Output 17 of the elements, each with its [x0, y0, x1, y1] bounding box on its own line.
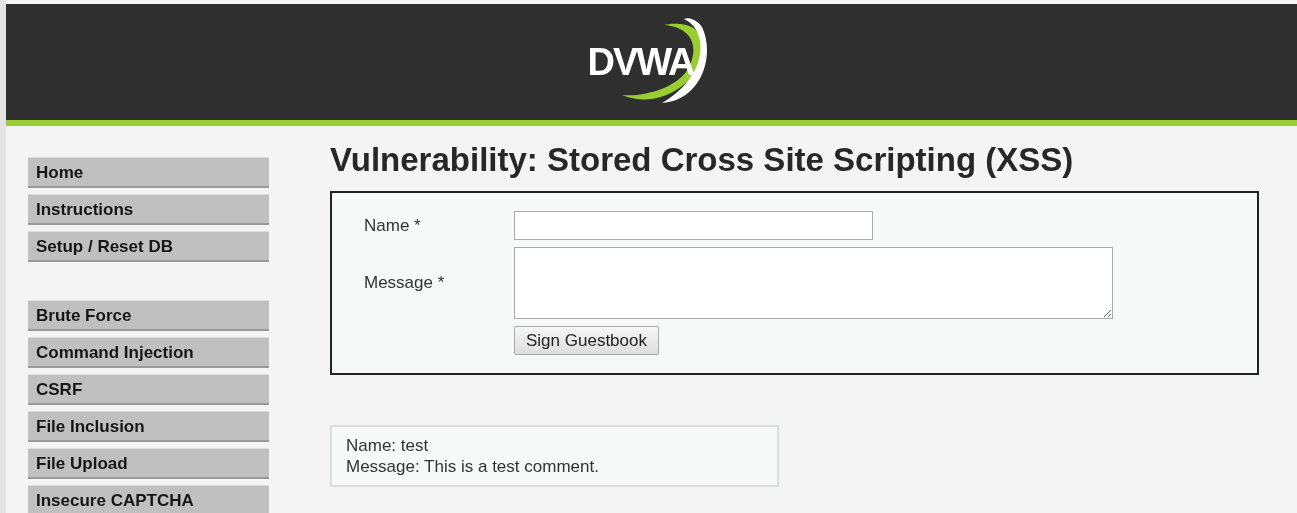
menu-item[interactable]: Instructions	[28, 194, 269, 225]
page-title: Vulnerability: Stored Cross Site Scripting (XSS)	[330, 141, 1075, 179]
field-label: Message *	[364, 273, 446, 293]
menu-item[interactable]: File Inclusion	[28, 411, 269, 442]
entry-name: Name: test	[346, 435, 430, 456]
message-input[interactable]	[514, 247, 1113, 319]
menu-item[interactable]: Command Injection	[28, 337, 269, 368]
sign-guestbook-button[interactable]: Sign Guestbook	[514, 326, 659, 355]
name-input[interactable]	[514, 211, 873, 240]
entry-message: Message: This is a test comment.	[346, 456, 600, 477]
menu-item[interactable]: CSRF	[28, 374, 269, 405]
menu-item[interactable]: Insecure CAPTCHA	[28, 485, 269, 513]
menu-item[interactable]: File Upload	[28, 448, 269, 479]
field-label: Name *	[364, 215, 422, 236]
menu-item[interactable]: Home	[28, 157, 269, 188]
menu-item[interactable]: Brute Force	[28, 300, 269, 331]
menu-item[interactable]: Setup / Reset DB	[28, 231, 269, 262]
